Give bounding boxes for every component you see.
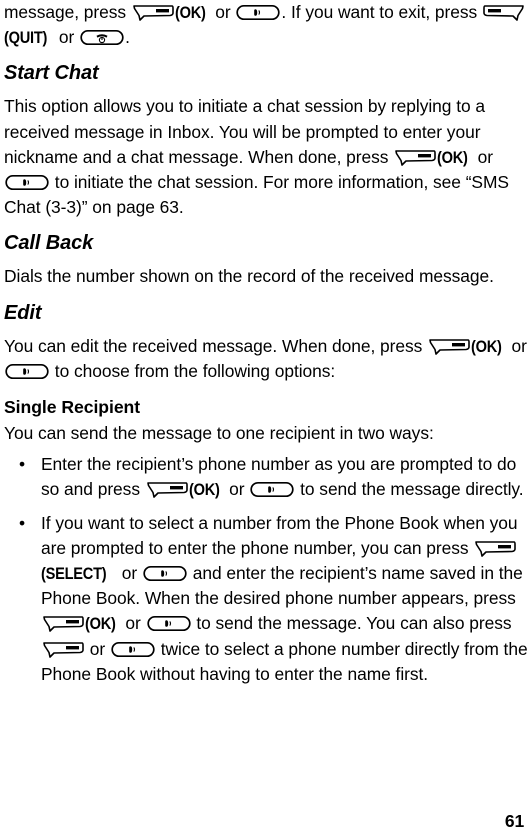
bullet2-seg1: If you want to select a number from the … (41, 512, 518, 558)
edit-seg2: or (506, 335, 527, 356)
intro-key-ok: (OK) (174, 3, 206, 22)
right-softkey-icon (474, 540, 517, 557)
right-softkey-icon (146, 481, 188, 499)
page-number: 61 (504, 811, 524, 831)
bullet1-seg2: or (224, 479, 250, 500)
single-recipient-bullet-list: • Enter the recipient’s phone number as y… (4, 452, 528, 687)
end-power-key-icon (80, 29, 124, 46)
intro-text-seg3: . If you want to exit, press (281, 2, 482, 22)
start-chat-paragraph: This option allows you to initiate a cha… (4, 94, 528, 220)
send-call-key-icon (111, 641, 155, 658)
list-item: • If you want to select a number from the… (4, 511, 528, 687)
intro-text-seg4: or (54, 27, 80, 48)
bullet1-seg3: to send the message directly. (295, 479, 524, 500)
bullet2-key-ok: (OK) (85, 614, 116, 634)
list-item: • Enter the recipient’s phone number as y… (4, 452, 528, 502)
intro-paragraph: message, press (OK) or . If you want to … (4, 0, 528, 50)
right-softkey-icon (132, 4, 174, 21)
send-call-key-icon (5, 363, 49, 380)
send-call-key-icon (146, 615, 191, 632)
edit-paragraph: You can edit the received message. When … (4, 334, 528, 384)
call-back-paragraph: Dials the number shown on the record of … (4, 266, 494, 287)
send-call-key-icon (236, 4, 281, 21)
single-recipient-intro: You can send the message to one recipien… (4, 423, 434, 444)
bullet2-seg2: or (116, 563, 142, 584)
send-call-key-icon (143, 565, 187, 582)
bullet2-seg6: or (85, 638, 110, 659)
right-softkey-icon (42, 641, 84, 658)
bullet1-key-ok: (OK) (188, 480, 220, 500)
edit-seg1: You can edit the received message. When … (4, 335, 428, 356)
bullet2-key-select: (SELECT) (41, 564, 107, 584)
bullet2-seg4: or (120, 613, 146, 634)
heading-call-back: Call Back (4, 232, 94, 255)
bullet2-seg5: to send the message. You can also press (191, 613, 512, 634)
right-softkey-icon (42, 615, 84, 633)
left-softkey-icon (483, 4, 525, 21)
intro-text-seg5: . (125, 27, 130, 48)
intro-text-seg2: or (210, 2, 236, 22)
heading-start-chat: Start Chat (4, 62, 99, 85)
intro-key-quit: (QUIT) (4, 28, 48, 48)
intro-text-seg1: message, press (4, 2, 131, 22)
heading-single-recipient: Single Recipient (4, 397, 141, 418)
right-softkey-icon (428, 338, 470, 355)
start-chat-key-ok: (OK) (437, 147, 468, 167)
manual-page: message, press (OK) or . If you want to … (0, 0, 532, 838)
start-chat-seg2: or (472, 146, 493, 167)
edit-seg3: to choose from the following options: (50, 360, 336, 381)
bullet-marker-icon: • (19, 454, 26, 475)
bullet2-seg3: and enter the recipient’s name saved in … (41, 563, 523, 609)
edit-key-ok: (OK) (471, 336, 502, 356)
send-call-key-icon (250, 481, 294, 498)
bullet-marker-icon: • (19, 512, 26, 533)
right-softkey-icon (394, 149, 437, 166)
heading-edit: Edit (4, 301, 42, 324)
send-call-key-icon (5, 174, 49, 191)
start-chat-seg3: to initiate the chat session. For more i… (4, 172, 509, 218)
